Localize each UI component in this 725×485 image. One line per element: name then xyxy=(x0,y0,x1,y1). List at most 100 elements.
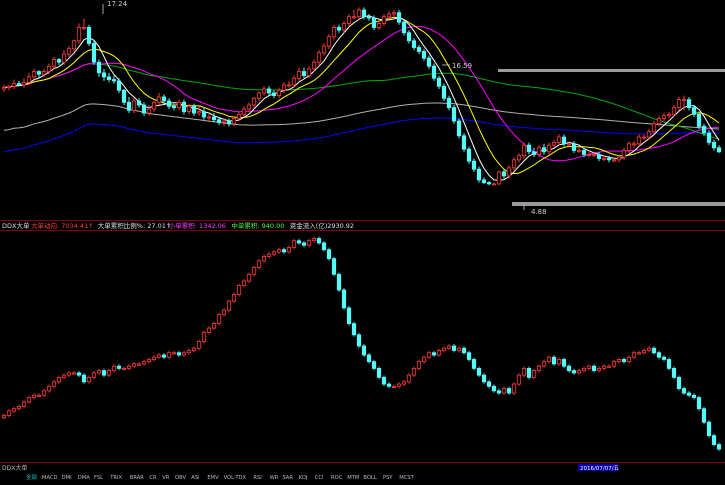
indicator-tab[interactable]: VOL-TDX xyxy=(224,475,247,481)
candle-body xyxy=(126,101,132,111)
ddx-candle[interactable] xyxy=(201,330,207,344)
ddx-candle[interactable] xyxy=(516,373,522,387)
price-candle[interactable] xyxy=(476,166,482,183)
candle-body xyxy=(271,92,277,97)
indicator-tab[interactable]: WR xyxy=(270,475,279,481)
indicator-tab[interactable]: DMA xyxy=(78,475,90,481)
ddx-candle[interactable] xyxy=(471,357,477,371)
price-candle[interactable] xyxy=(461,133,467,152)
tab-all[interactable]: 全部 xyxy=(26,473,38,481)
ddx-candle[interactable] xyxy=(366,352,372,364)
indicator-tab[interactable]: KDJ xyxy=(299,475,308,481)
indicator-tab[interactable]: SAR xyxy=(282,475,293,481)
indicator-tab[interactable]: MACD xyxy=(42,475,58,481)
ddx-candle[interactable] xyxy=(371,359,377,371)
ddx-body xyxy=(456,347,462,351)
ddx-candle[interactable] xyxy=(411,366,417,378)
price-candle[interactable] xyxy=(441,83,447,101)
indicator-tab[interactable]: DMI xyxy=(62,475,72,481)
indicator-legend-item: 资金流入(亿) xyxy=(290,221,328,230)
ddx-candle[interactable] xyxy=(466,350,472,362)
ddx-candle[interactable] xyxy=(231,292,237,304)
ddx-candle[interactable] xyxy=(511,382,517,396)
candle-body xyxy=(31,71,37,78)
ddx-candle[interactable] xyxy=(531,368,537,380)
price-candle[interactable] xyxy=(496,170,502,186)
ddx-candle[interactable] xyxy=(381,375,387,387)
price-candle[interactable] xyxy=(121,88,127,105)
ddx-body xyxy=(676,376,682,389)
ddx-body xyxy=(81,374,87,383)
ddx-candle[interactable] xyxy=(376,366,382,380)
candle-body xyxy=(171,105,177,109)
candle-body xyxy=(426,57,432,67)
ddx-candle[interactable] xyxy=(676,375,682,391)
ddx-candle[interactable] xyxy=(416,359,422,371)
ddx-candle[interactable] xyxy=(406,373,412,384)
ddx-candle[interactable] xyxy=(251,265,257,277)
indicator-legend-item: 小单累积: 1342.06 xyxy=(169,221,226,230)
indicator-tab[interactable]: PSY xyxy=(383,475,393,481)
ddx-candle[interactable] xyxy=(341,288,347,310)
indicator-tab[interactable]: ASI xyxy=(191,475,200,481)
ddx-candle[interactable] xyxy=(346,305,352,326)
ddx-candle[interactable] xyxy=(246,272,252,284)
candle-body xyxy=(641,136,647,139)
ddx-candle[interactable] xyxy=(356,332,362,348)
ddx-candle[interactable] xyxy=(256,258,262,270)
ddx-candle[interactable] xyxy=(711,433,717,447)
ddx-candle[interactable] xyxy=(226,299,232,313)
ddx-candle[interactable] xyxy=(701,406,707,425)
candle-body xyxy=(646,131,652,138)
ddx-candle[interactable] xyxy=(291,238,297,250)
ddx-candle[interactable] xyxy=(671,366,677,380)
price-candle[interactable] xyxy=(431,63,437,81)
ddx-candle[interactable] xyxy=(551,355,557,366)
price-candle[interactable] xyxy=(466,146,472,164)
price-candle[interactable] xyxy=(696,111,702,130)
indicator-tab[interactable]: CR xyxy=(149,475,157,481)
indicator-tab[interactable]: TRIX xyxy=(109,475,122,481)
ddx-candle[interactable] xyxy=(666,357,672,371)
price-candle[interactable] xyxy=(451,104,457,124)
candle-body xyxy=(56,59,62,63)
indicator-tab[interactable]: FSL xyxy=(94,475,103,481)
indicator-tab[interactable]: MCST xyxy=(399,475,414,481)
candle-body xyxy=(296,71,302,79)
ddx-candle[interactable] xyxy=(321,240,327,252)
indicator-tab[interactable]: MTM xyxy=(347,475,359,481)
candle-body xyxy=(446,97,452,109)
price-candle[interactable] xyxy=(91,40,97,65)
ddx-candle[interactable] xyxy=(476,366,482,378)
ddx-candle[interactable] xyxy=(706,420,712,438)
ddx-candle[interactable] xyxy=(351,321,357,337)
price-candle[interactable] xyxy=(401,19,407,36)
ddx-candle[interactable] xyxy=(216,312,222,326)
ddx-candle[interactable] xyxy=(81,373,87,384)
indicator-tab[interactable]: RSI xyxy=(253,475,262,481)
indicator-tab[interactable]: BOLL xyxy=(363,475,376,481)
indicator-tab[interactable]: EMV xyxy=(207,475,219,481)
ddx-body xyxy=(406,374,412,383)
ddx-candle[interactable] xyxy=(236,283,242,297)
ddx-candle[interactable] xyxy=(196,339,202,351)
price-candle[interactable] xyxy=(521,142,527,159)
candle-body xyxy=(316,52,322,63)
ddx-candle[interactable] xyxy=(481,373,487,384)
candle-body xyxy=(196,111,202,114)
indicator-tab[interactable]: CCI xyxy=(315,475,324,481)
price-candle[interactable] xyxy=(86,24,92,47)
indicator-tab[interactable]: ROC xyxy=(331,475,343,481)
indicator-tab[interactable]: VR xyxy=(162,475,170,481)
ddx-candle[interactable] xyxy=(696,395,702,411)
indicator-tab[interactable]: OBV xyxy=(175,475,186,481)
price-candle[interactable] xyxy=(456,118,462,139)
ddx-candle[interactable] xyxy=(326,247,332,261)
ddx-candle[interactable] xyxy=(331,256,337,277)
ddx-candle[interactable] xyxy=(361,344,367,357)
ddx-candle[interactable] xyxy=(526,366,532,380)
ddx-candle[interactable] xyxy=(521,366,527,378)
ddx-candle[interactable] xyxy=(336,272,342,292)
ddx-candle[interactable] xyxy=(561,357,567,369)
indicator-tab[interactable]: BRAR xyxy=(130,475,145,481)
